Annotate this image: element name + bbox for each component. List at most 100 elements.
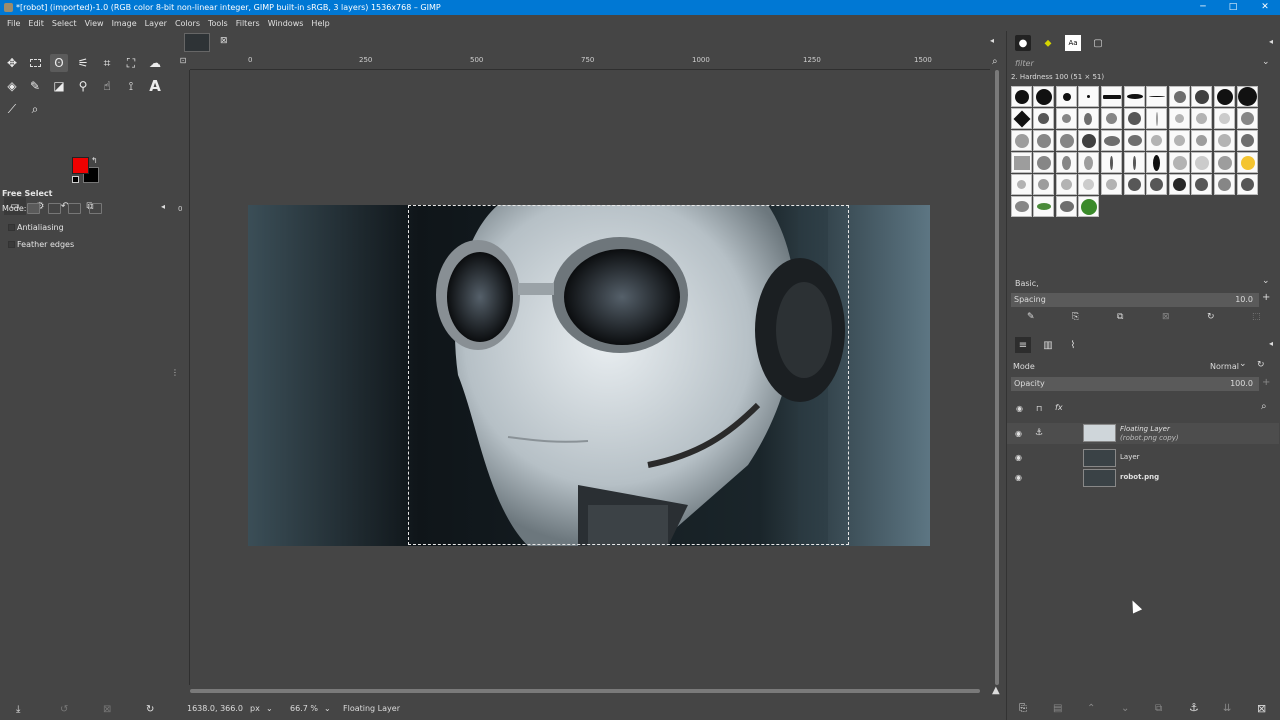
bucket-fill-icon[interactable]: ◈ xyxy=(3,77,21,95)
menu-layer[interactable]: Layer xyxy=(141,19,171,28)
zoom-select[interactable]: 66.7 % xyxy=(290,704,318,713)
antialiasing-checkbox[interactable] xyxy=(8,224,15,231)
tab-menu-icon[interactable]: ◂ xyxy=(990,36,994,45)
menu-filters[interactable]: Filters xyxy=(232,19,264,28)
merge-layer-icon[interactable]: ⇊ xyxy=(1223,703,1231,714)
floating-selection-outline[interactable] xyxy=(408,205,849,545)
unified-transform-icon[interactable]: ⛶ xyxy=(122,54,140,72)
color-picker-icon[interactable]: ⟋ xyxy=(3,100,21,118)
maximize-button[interactable]: □ xyxy=(1218,0,1248,15)
move-icon[interactable]: ✥ xyxy=(3,54,21,72)
rect-select-icon[interactable] xyxy=(26,54,44,72)
spacing-slider[interactable]: Spacing 10.0 xyxy=(1011,293,1259,307)
clone-icon[interactable]: ⚲ xyxy=(74,77,92,95)
brush-grid[interactable] xyxy=(1011,86,1261,222)
configure-tab-icon[interactable]: ◂ xyxy=(1269,37,1273,46)
minimize-button[interactable]: ─ xyxy=(1188,0,1218,15)
paintbrush-icon[interactable]: ✎ xyxy=(26,77,44,95)
layer-row-floating[interactable]: ◉ ⚓ Floating Layer (robot.png copy) xyxy=(1007,423,1279,444)
duplicate-layer-icon[interactable]: ⧉ xyxy=(1155,703,1162,714)
close-window-button[interactable]: ✕ xyxy=(1250,0,1280,15)
free-select-icon[interactable]: ʘ xyxy=(50,54,68,72)
chevron-down-icon[interactable]: ⌄ xyxy=(1239,359,1247,369)
new-layer-icon[interactable]: ⎘ xyxy=(1019,703,1027,714)
chevron-down-icon[interactable]: ⌄ xyxy=(266,704,273,713)
feather-edges-checkbox[interactable] xyxy=(8,241,15,248)
menu-help[interactable]: Help xyxy=(307,19,333,28)
configure-tab-icon[interactable]: ◂ xyxy=(156,197,170,215)
delete-options-icon[interactable]: ⊠ xyxy=(103,704,111,715)
warp-icon[interactable]: ☁ xyxy=(146,54,164,72)
fuzzy-select-icon[interactable]: ⚟ xyxy=(74,54,92,72)
raise-layer-icon[interactable]: ⌃ xyxy=(1087,703,1095,714)
eye-icon[interactable]: ◉ xyxy=(1015,429,1022,438)
foreground-color-swatch[interactable] xyxy=(72,157,89,174)
path-icon[interactable]: ⟟ xyxy=(122,77,140,95)
edit-brush-icon[interactable]: ✎ xyxy=(1027,312,1035,322)
restore-options-icon[interactable]: ↺ xyxy=(60,704,68,715)
layer-row-layer[interactable]: ◉ Layer xyxy=(1007,447,1279,468)
menu-view[interactable]: View xyxy=(81,19,108,28)
vertical-ruler[interactable]: 0 xyxy=(176,70,190,685)
pattern-tab-icon[interactable]: ⬥ xyxy=(1040,35,1056,51)
menu-image[interactable]: Image xyxy=(108,19,141,28)
layer-row-robot[interactable]: ◉ robot.png xyxy=(1007,467,1279,488)
zoom-icon[interactable]: ⌕ xyxy=(26,100,44,118)
spacing-increment-icon[interactable]: + xyxy=(1262,292,1270,303)
navigate-image-icon[interactable]: ▲ xyxy=(992,685,1000,696)
layer-name[interactable]: Layer xyxy=(1120,453,1140,461)
duplicate-brush-icon[interactable]: ⧉ xyxy=(1117,312,1123,322)
chevron-down-icon[interactable]: ⌄ xyxy=(324,704,331,713)
brush-tab-icon[interactable]: ● xyxy=(1015,35,1031,51)
lower-layer-icon[interactable]: ⌄ xyxy=(1121,703,1129,714)
mode-subtract-button[interactable] xyxy=(68,203,81,214)
menu-select[interactable]: Select xyxy=(48,19,81,28)
delete-brush-icon[interactable]: ⊠ xyxy=(1162,312,1170,322)
unit-select[interactable]: px xyxy=(250,704,260,713)
opacity-slider[interactable]: Opacity 100.0 xyxy=(1011,377,1259,391)
document-history-tab-icon[interactable]: ▢ xyxy=(1090,35,1106,51)
mode-intersect-button[interactable] xyxy=(89,203,102,214)
swap-colors-icon[interactable]: ↰ xyxy=(91,156,98,165)
chevron-down-icon[interactable]: ⌄ xyxy=(1262,276,1270,286)
menu-file[interactable]: File xyxy=(3,19,24,28)
configure-tab-icon[interactable]: ◂ xyxy=(1269,339,1273,348)
layer-name[interactable]: Floating Layer xyxy=(1120,425,1170,433)
eraser-icon[interactable]: ◪ xyxy=(50,77,68,95)
menu-edit[interactable]: Edit xyxy=(24,19,48,28)
smudge-icon[interactable]: ☝ xyxy=(98,77,116,95)
search-layers-icon[interactable]: ⌕ xyxy=(1261,401,1267,412)
horizontal-scrollbar[interactable] xyxy=(190,686,990,696)
new-layer-group-icon[interactable]: ▤ xyxy=(1053,703,1062,714)
brush-filter-input[interactable]: filter xyxy=(1015,59,1034,68)
zoom-navigate-icon[interactable]: ⌕ xyxy=(992,56,998,67)
menu-colors[interactable]: Colors xyxy=(171,19,204,28)
layer-mode-reset-icon[interactable]: ↻ xyxy=(1257,360,1265,370)
anchor-layer-icon[interactable]: ⚓ xyxy=(1189,701,1199,714)
quick-mask-icon[interactable]: ⊡ xyxy=(176,56,190,70)
layers-tab-icon[interactable]: ≡ xyxy=(1015,337,1031,353)
new-brush-icon[interactable]: ⎘ xyxy=(1072,312,1079,322)
vertical-scrollbar[interactable] xyxy=(992,70,1002,685)
image-tab-robot[interactable] xyxy=(184,33,210,52)
reset-options-icon[interactable]: ↻ xyxy=(146,704,154,715)
chevron-down-icon[interactable]: ⌄ xyxy=(1262,57,1270,67)
text-icon[interactable]: A xyxy=(146,77,164,95)
opacity-increment-icon[interactable]: + xyxy=(1262,377,1270,388)
brush-preset-select[interactable]: Basic, xyxy=(1015,279,1039,288)
layer-mode-select[interactable]: Normal xyxy=(1210,362,1239,371)
eye-icon[interactable]: ◉ xyxy=(1015,473,1022,482)
menu-windows[interactable]: Windows xyxy=(264,19,308,28)
mode-add-button[interactable] xyxy=(48,203,61,214)
open-brush-icon[interactable]: ⬚ xyxy=(1252,312,1261,322)
menu-tools[interactable]: Tools xyxy=(204,19,232,28)
close-image-tab-icon[interactable]: ⊠ xyxy=(220,36,228,46)
reset-colors-icon[interactable] xyxy=(72,176,79,183)
layer-name[interactable]: robot.png xyxy=(1120,473,1159,481)
delete-layer-icon[interactable]: ⊠ xyxy=(1257,702,1266,715)
mode-replace-button[interactable] xyxy=(27,203,40,214)
crop-icon[interactable]: ⌗ xyxy=(98,54,116,72)
font-tab-icon[interactable]: Aa xyxy=(1065,35,1081,51)
save-options-icon[interactable]: ⤓ xyxy=(16,704,20,715)
canvas-area[interactable] xyxy=(190,70,990,685)
